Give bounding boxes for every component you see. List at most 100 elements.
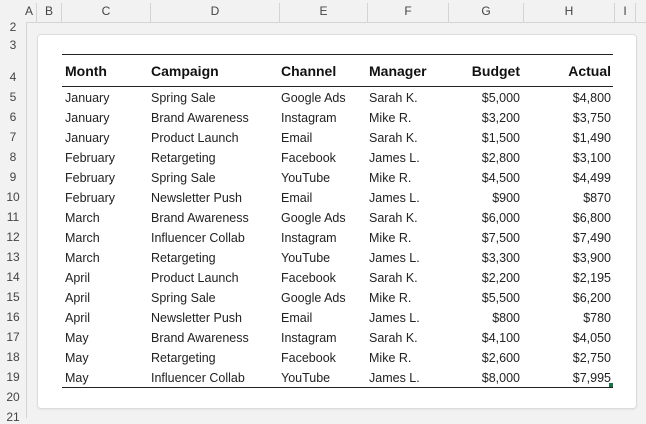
cell-manager[interactable]: Sarah K. <box>369 270 418 286</box>
cell-campaign[interactable]: Spring Sale <box>151 90 216 106</box>
column-divider[interactable] <box>635 3 636 22</box>
cell-manager[interactable]: Mike R. <box>369 350 411 366</box>
column-header-f[interactable]: F <box>368 0 448 22</box>
row-header-20[interactable]: 20 <box>0 390 26 404</box>
cell-month[interactable]: April <box>65 310 90 326</box>
row-header-21[interactable]: 21 <box>0 410 26 424</box>
row-header-17[interactable]: 17 <box>0 330 26 344</box>
cell-budget[interactable]: $4,500 <box>450 170 520 186</box>
cell-manager[interactable]: Sarah K. <box>369 330 418 346</box>
cell-channel[interactable]: YouTube <box>281 370 330 386</box>
row-header-3[interactable]: 3 <box>0 38 26 52</box>
cell-month[interactable]: May <box>65 350 89 366</box>
cell-actual[interactable]: $6,200 <box>525 290 611 306</box>
cell-channel[interactable]: Google Ads <box>281 210 346 226</box>
header-budget[interactable]: Budget <box>450 62 520 80</box>
cell-campaign[interactable]: Brand Awareness <box>151 110 249 126</box>
cell-actual[interactable]: $7,995 <box>525 370 611 386</box>
column-header-h[interactable]: H <box>524 0 614 22</box>
row-header-7[interactable]: 7 <box>0 130 26 144</box>
cell-budget[interactable]: $2,200 <box>450 270 520 286</box>
cell-actual[interactable]: $6,800 <box>525 210 611 226</box>
cell-manager[interactable]: Mike R. <box>369 230 411 246</box>
cell-campaign[interactable]: Retargeting <box>151 250 216 266</box>
cell-campaign[interactable]: Spring Sale <box>151 170 216 186</box>
cell-channel[interactable]: Instagram <box>281 110 337 126</box>
cell-budget[interactable]: $2,800 <box>450 150 520 166</box>
cell-channel[interactable]: Email <box>281 130 312 146</box>
row-header-16[interactable]: 16 <box>0 310 26 324</box>
row-header-14[interactable]: 14 <box>0 270 26 284</box>
cell-actual[interactable]: $3,750 <box>525 110 611 126</box>
cell-channel[interactable]: Email <box>281 190 312 206</box>
column-header-i[interactable]: I <box>615 0 635 22</box>
cell-month[interactable]: March <box>65 210 100 226</box>
cell-channel[interactable]: Facebook <box>281 270 336 286</box>
cell-manager[interactable]: James L. <box>369 370 420 386</box>
cell-campaign[interactable]: Product Launch <box>151 130 239 146</box>
row-header-18[interactable]: 18 <box>0 350 26 364</box>
column-header-d[interactable]: D <box>151 0 279 22</box>
cell-actual[interactable]: $3,100 <box>525 150 611 166</box>
cell-channel[interactable]: YouTube <box>281 170 330 186</box>
header-channel[interactable]: Channel <box>281 62 336 80</box>
cell-channel[interactable]: Facebook <box>281 150 336 166</box>
column-header-e[interactable]: E <box>280 0 367 22</box>
cell-manager[interactable]: Mike R. <box>369 170 411 186</box>
cell-month[interactable]: April <box>65 290 90 306</box>
column-header-a[interactable]: A <box>22 0 36 22</box>
row-header-15[interactable]: 15 <box>0 290 26 304</box>
cell-campaign[interactable]: Retargeting <box>151 150 216 166</box>
cell-channel[interactable]: Google Ads <box>281 90 346 106</box>
cell-month[interactable]: February <box>65 170 115 186</box>
cell-manager[interactable]: James L. <box>369 150 420 166</box>
cell-month[interactable]: May <box>65 370 89 386</box>
cell-actual[interactable]: $4,050 <box>525 330 611 346</box>
cell-budget[interactable]: $3,200 <box>450 110 520 126</box>
cell-manager[interactable]: James L. <box>369 190 420 206</box>
cell-budget[interactable]: $900 <box>450 190 520 206</box>
row-header-12[interactable]: 12 <box>0 230 26 244</box>
cell-channel[interactable]: Email <box>281 310 312 326</box>
cell-budget[interactable]: $6,000 <box>450 210 520 226</box>
column-header-b[interactable]: B <box>37 0 61 22</box>
cell-campaign[interactable]: Influencer Collab <box>151 230 245 246</box>
cell-actual[interactable]: $2,195 <box>525 270 611 286</box>
cell-campaign[interactable]: Product Launch <box>151 270 239 286</box>
fill-handle[interactable] <box>609 383 613 387</box>
cell-month[interactable]: February <box>65 150 115 166</box>
cell-manager[interactable]: Mike R. <box>369 110 411 126</box>
cell-month[interactable]: January <box>65 130 109 146</box>
cell-campaign[interactable]: Newsletter Push <box>151 190 242 206</box>
cell-channel[interactable]: Google Ads <box>281 290 346 306</box>
header-manager[interactable]: Manager <box>369 62 427 80</box>
cell-budget[interactable]: $1,500 <box>450 130 520 146</box>
cell-budget[interactable]: $8,000 <box>450 370 520 386</box>
cell-campaign[interactable]: Spring Sale <box>151 290 216 306</box>
cell-manager[interactable]: Sarah K. <box>369 90 418 106</box>
cell-actual[interactable]: $3,900 <box>525 250 611 266</box>
cell-channel[interactable]: Instagram <box>281 230 337 246</box>
cell-budget[interactable]: $3,300 <box>450 250 520 266</box>
column-header-g[interactable]: G <box>449 0 523 22</box>
row-header-19[interactable]: 19 <box>0 370 26 384</box>
cell-budget[interactable]: $800 <box>450 310 520 326</box>
cell-budget[interactable]: $5,000 <box>450 90 520 106</box>
cell-channel[interactable]: Instagram <box>281 330 337 346</box>
cell-budget[interactable]: $7,500 <box>450 230 520 246</box>
cell-actual[interactable]: $4,499 <box>525 170 611 186</box>
cell-manager[interactable]: Mike R. <box>369 290 411 306</box>
cell-month[interactable]: January <box>65 90 109 106</box>
cell-campaign[interactable]: Newsletter Push <box>151 310 242 326</box>
cell-month[interactable]: January <box>65 110 109 126</box>
row-header-2[interactable]: 2 <box>0 20 26 34</box>
cell-actual[interactable]: $1,490 <box>525 130 611 146</box>
cell-actual[interactable]: $7,490 <box>525 230 611 246</box>
cell-manager[interactable]: James L. <box>369 250 420 266</box>
cell-month[interactable]: May <box>65 330 89 346</box>
row-header-9[interactable]: 9 <box>0 170 26 184</box>
row-header-10[interactable]: 10 <box>0 190 26 204</box>
cell-channel[interactable]: Facebook <box>281 350 336 366</box>
cell-actual[interactable]: $4,800 <box>525 90 611 106</box>
cell-month[interactable]: March <box>65 230 100 246</box>
